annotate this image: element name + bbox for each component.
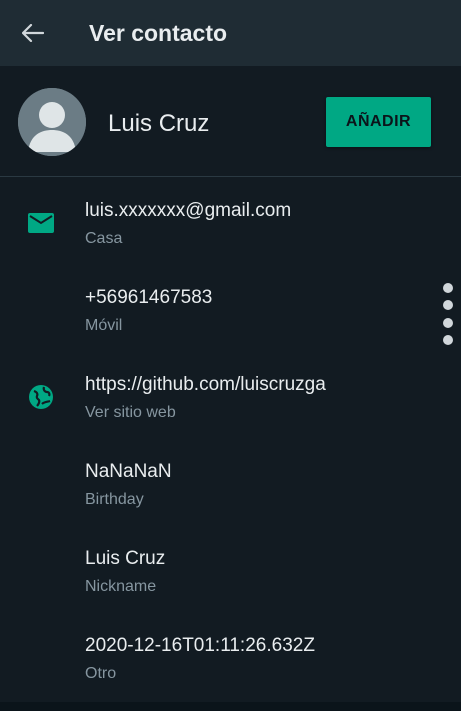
- detail-row-birthday[interactable]: NaNaNaN Birthday: [0, 439, 461, 526]
- more-options-icon[interactable]: [442, 283, 454, 345]
- detail-row-other[interactable]: 2020-12-16T01:11:26.632Z Otro: [0, 613, 461, 700]
- detail-row-phone[interactable]: +56961467583 Móvil: [0, 265, 461, 352]
- default-avatar-icon[interactable]: [18, 88, 86, 156]
- phone-type: Móvil: [85, 317, 123, 334]
- contact-header: Luis Cruz AÑADIR: [0, 66, 461, 177]
- birthday-value: NaNaNaN: [85, 461, 172, 482]
- app-bar: Ver contacto: [0, 0, 461, 66]
- arrow-left-icon[interactable]: [20, 20, 46, 46]
- globe-icon: [26, 382, 56, 412]
- detail-row-nickname[interactable]: Luis Cruz Nickname: [0, 526, 461, 613]
- contact-name: Luis Cruz: [108, 110, 210, 137]
- website-value: https://github.com/luiscruzga: [85, 374, 326, 395]
- page-title: Ver contacto: [89, 19, 228, 46]
- birthday-label: Birthday: [85, 491, 144, 508]
- detail-row-email[interactable]: luis.xxxxxxx@gmail.com Casa: [0, 178, 461, 265]
- add-contact-button[interactable]: AÑADIR: [326, 97, 431, 147]
- other-value: 2020-12-16T01:11:26.632Z: [85, 635, 315, 656]
- email-type: Casa: [85, 230, 123, 247]
- nickname-value: Luis Cruz: [85, 548, 166, 569]
- nickname-label: Nickname: [85, 578, 157, 595]
- detail-row-website[interactable]: https://github.com/luiscruzga Ver sitio …: [0, 352, 461, 439]
- bottom-edge: [0, 702, 461, 711]
- other-label: Otro: [85, 665, 117, 682]
- email-icon: [26, 208, 56, 238]
- website-action: Ver sitio web: [85, 404, 176, 421]
- phone-value: +56961467583: [85, 287, 213, 308]
- email-value: luis.xxxxxxx@gmail.com: [85, 200, 292, 221]
